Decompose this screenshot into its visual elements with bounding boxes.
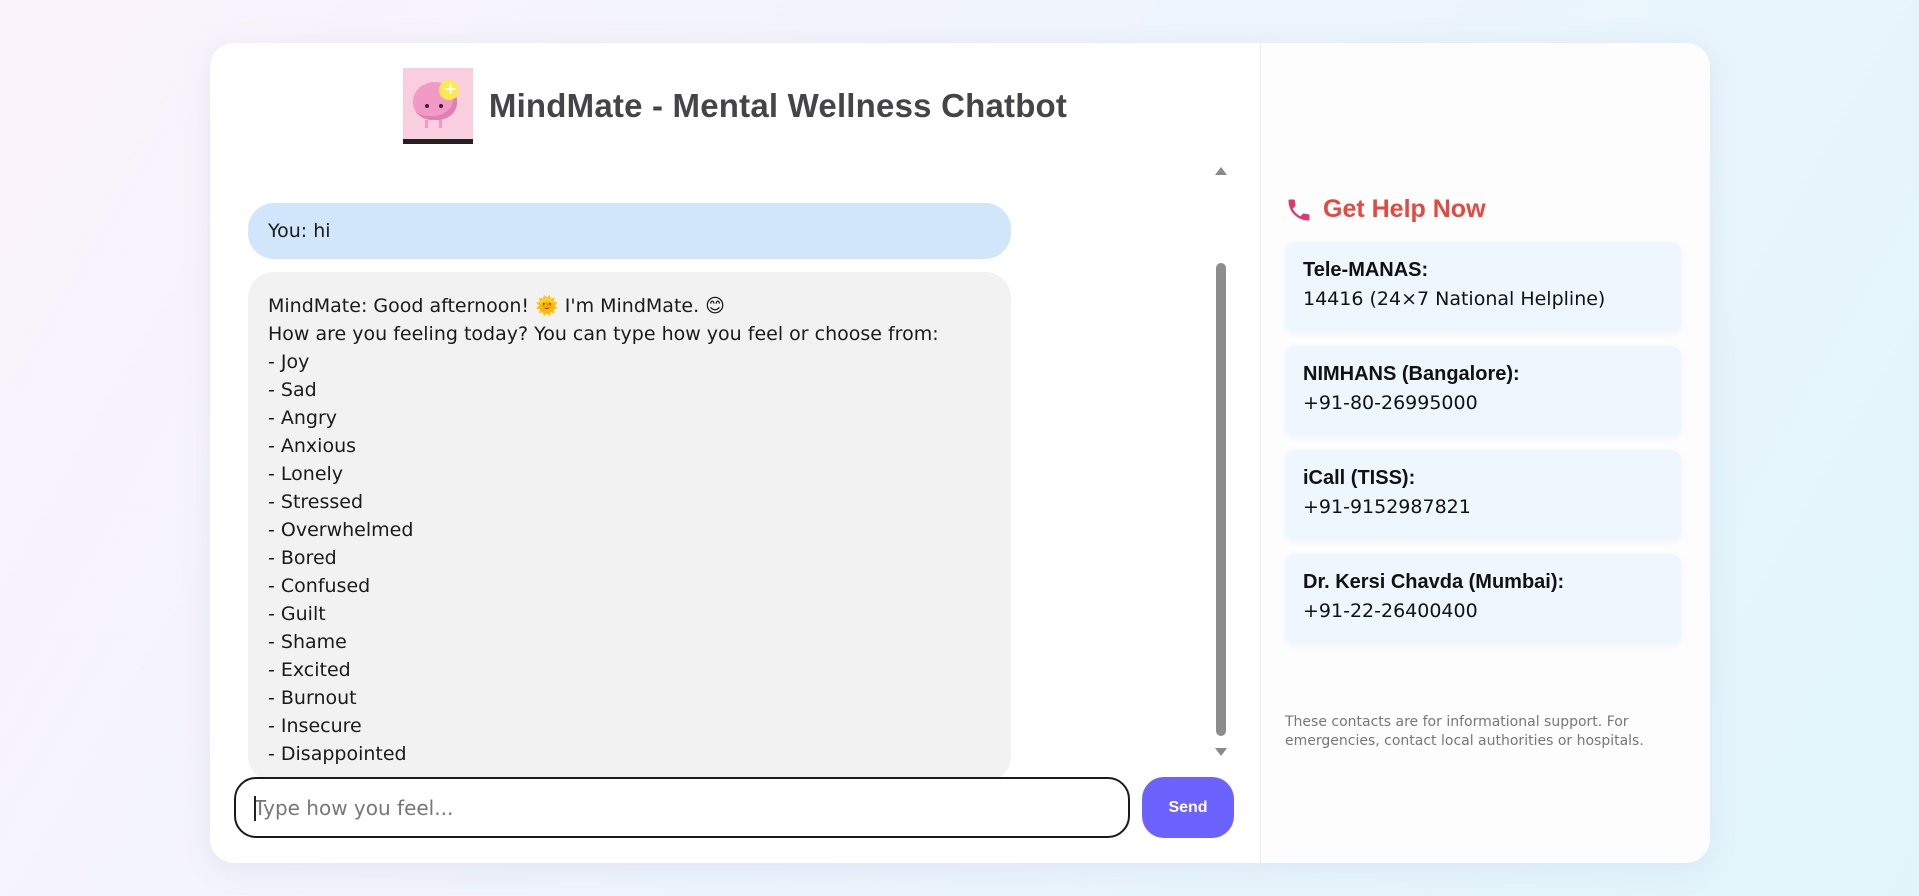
page-title: MindMate - Mental Wellness Chatbot	[488, 87, 1068, 124]
scroll-down-arrow-icon[interactable]	[1215, 748, 1227, 756]
brain-with-lightbulb-icon	[402, 68, 473, 144]
bot-message: MindMate: Good afternoon! 🌞 I'm MindMate…	[248, 272, 1011, 781]
contact-number: +91-22-26400400	[1303, 600, 1478, 622]
contact-card: NIMHANS (Bangalore): +91-80-26995000	[1285, 346, 1681, 436]
scroll-up-arrow-icon[interactable]	[1215, 167, 1227, 175]
contact-card: Dr. Kersi Chavda (Mumbai): +91-22-264004…	[1285, 554, 1681, 644]
help-title: Get Help Now	[1323, 195, 1486, 223]
contact-list: Tele-MANAS: 14416 (24×7 National Helplin…	[1285, 242, 1681, 658]
user-message-text: You: hi	[268, 220, 331, 242]
message-input[interactable]	[236, 779, 1128, 836]
text-caret	[254, 796, 256, 821]
chat-pane: MindMate - Mental Wellness Chatbot You: …	[210, 43, 1260, 863]
contact-card: Tele-MANAS: 14416 (24×7 National Helplin…	[1285, 242, 1681, 332]
app-card: MindMate - Mental Wellness Chatbot You: …	[210, 43, 1710, 863]
send-button[interactable]: Send	[1142, 777, 1234, 838]
message-scrollbar[interactable]	[1214, 163, 1228, 760]
telephone-icon	[1288, 199, 1310, 220]
scroll-thumb[interactable]	[1216, 263, 1226, 736]
contact-number: +91-9152987821	[1303, 496, 1471, 518]
message-list[interactable]: You: hi MindMate: Good afternoon! 🌞 I'm …	[248, 203, 1038, 781]
message-input-wrapper[interactable]	[234, 777, 1130, 838]
contact-number: 14416 (24×7 National Helpline)	[1303, 288, 1606, 310]
contact-name: iCall (TISS):	[1303, 467, 1416, 489]
contact-name: Dr. Kersi Chavda (Mumbai):	[1303, 571, 1565, 593]
contact-card: iCall (TISS): +91-9152987821	[1285, 450, 1681, 540]
composer: Send	[234, 777, 1234, 838]
contact-number: +91-80-26995000	[1303, 392, 1478, 414]
help-heading: Get Help Now	[1285, 195, 1486, 224]
contact-name: Tele-MANAS:	[1303, 259, 1429, 281]
user-message: You: hi	[248, 203, 1011, 259]
help-pane: Get Help Now Tele-MANAS: 14416 (24×7 Nat…	[1260, 43, 1710, 863]
disclaimer-text: These contacts are for informational sup…	[1285, 714, 1644, 749]
contact-name: NIMHANS (Bangalore):	[1303, 363, 1520, 385]
header: MindMate - Mental Wellness Chatbot	[210, 68, 1260, 144]
